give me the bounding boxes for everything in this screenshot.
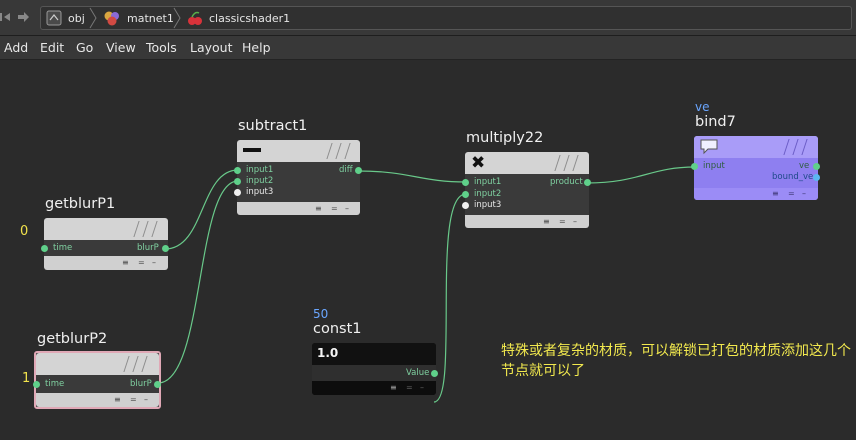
- node-const1[interactable]: 1.0 ≡ = – Value: [312, 343, 438, 395]
- path-crumb-label: obj: [68, 11, 85, 25]
- node-name-const1[interactable]: const1: [313, 321, 362, 337]
- port-label: blurP: [130, 379, 152, 389]
- node-header: [44, 218, 168, 240]
- network-editor[interactable]: getblurP1 0 ≡ = – time blurP getblurP2 1 ≡…: [0, 61, 856, 440]
- port-label: input: [703, 161, 725, 171]
- node-name-bind7[interactable]: bind7: [695, 114, 736, 130]
- chevron-right-icon: [173, 7, 181, 29]
- port-label: input3: [246, 187, 274, 197]
- input-port[interactable]: [234, 189, 241, 196]
- node-name-subtract1[interactable]: subtract1: [238, 118, 307, 134]
- node-pre-const1: 50: [313, 307, 329, 321]
- obj-icon: [46, 10, 62, 26]
- menu-view[interactable]: View: [106, 40, 136, 55]
- menu-help[interactable]: Help: [242, 40, 271, 55]
- port-label: input1: [246, 165, 274, 175]
- port-label: Value: [406, 368, 430, 378]
- path-bar: obj matnet1 classicshader1: [0, 0, 856, 36]
- node-value-getblurP2: 1: [22, 371, 31, 386]
- input-port[interactable]: [41, 245, 48, 252]
- back-arrow-icon[interactable]: [0, 10, 14, 24]
- node-name-multiply22[interactable]: multiply22: [466, 130, 543, 146]
- port-label: time: [53, 243, 73, 253]
- port-label: time: [45, 379, 65, 389]
- port-label: input2: [474, 189, 502, 199]
- path-crumb-label: classicshader1: [209, 11, 291, 25]
- input-port[interactable]: [462, 179, 469, 186]
- forward-arrow-icon[interactable]: [16, 10, 30, 24]
- output-port[interactable]: [355, 167, 362, 174]
- input-port[interactable]: [234, 178, 241, 185]
- node-header: [237, 140, 360, 162]
- node-header: [36, 353, 159, 375]
- input-port[interactable]: [234, 167, 241, 174]
- path-crumb-label: matnet1: [127, 11, 174, 25]
- subtract-icon: [243, 148, 261, 152]
- input-port[interactable]: [462, 202, 469, 209]
- node-name-getblurP2[interactable]: getblurP2: [37, 331, 107, 347]
- output-port[interactable]: [813, 174, 820, 181]
- input-port[interactable]: [33, 381, 40, 388]
- shader-icon: [188, 11, 202, 25]
- port-label: product: [550, 177, 583, 187]
- wire-multiply22-bind7: [586, 166, 696, 184]
- port-label: blurP: [137, 243, 159, 253]
- node-name-getblurP1[interactable]: getblurP1: [45, 196, 115, 212]
- node-footer: ≡ = –: [36, 393, 159, 407]
- wire-const1-multiply22: [433, 193, 467, 403]
- input-port[interactable]: [462, 191, 469, 198]
- output-port[interactable]: [154, 381, 161, 388]
- port-label: diff: [339, 165, 353, 175]
- node-header: [694, 136, 818, 158]
- chevron-right-icon: [89, 7, 97, 29]
- node-pre-bind7: ve: [695, 100, 710, 114]
- wire-getblurP2-subtract1: [157, 180, 239, 384]
- menu-layout[interactable]: Layout: [190, 40, 233, 55]
- output-port[interactable]: [431, 370, 438, 377]
- wire-subtract1-multiply22: [357, 170, 467, 183]
- node-footer: ≡ = –: [312, 381, 436, 395]
- input-port[interactable]: [691, 163, 698, 170]
- menu-bar: Add Edit Go View Tools Layout Help: [0, 36, 856, 60]
- menu-go[interactable]: Go: [76, 40, 93, 55]
- node-footer: ≡ = –: [237, 202, 360, 215]
- port-label: input3: [474, 200, 502, 210]
- node-header: 1.0: [312, 343, 436, 365]
- node-getblurP1[interactable]: ≡ = – time blurP: [41, 218, 169, 270]
- matnet-icon: [104, 11, 119, 26]
- output-port[interactable]: [584, 179, 591, 186]
- port-label: input2: [246, 176, 274, 186]
- multiply-icon: ✖: [471, 153, 486, 173]
- node-footer: ≡ = –: [465, 215, 589, 228]
- speech-bubble-icon: [700, 139, 718, 155]
- output-port[interactable]: [813, 163, 820, 170]
- path-crumb-obj[interactable]: obj: [46, 7, 85, 29]
- const-display: 1.0: [317, 346, 339, 360]
- node-value-getblurP1: 0: [20, 224, 29, 239]
- node-footer: ≡ = –: [694, 188, 818, 200]
- node-multiply22[interactable]: ✖ ≡ = – input1 input2 input3 product: [462, 152, 591, 228]
- node-footer: ≡ = –: [44, 256, 168, 270]
- menu-add[interactable]: Add: [4, 40, 28, 55]
- output-port[interactable]: [162, 245, 169, 252]
- node-bind7[interactable]: ≡ = – input ve bound_ve: [691, 136, 820, 200]
- sticky-note-annotation: 特殊或者复杂的材质，可以解锁已打包的材质添加这几个节点就可以了: [501, 343, 851, 379]
- menu-tools[interactable]: Tools: [146, 40, 177, 55]
- node-subtract1[interactable]: ≡ = – input1 input2 input3 diff: [234, 140, 362, 215]
- path-crumb-classicshader1[interactable]: classicshader1: [187, 7, 290, 29]
- port-label: input1: [474, 177, 502, 187]
- node-getblurP2[interactable]: ≡ = – time blurP: [33, 351, 161, 409]
- port-label: bound_ve: [772, 172, 814, 182]
- menu-edit[interactable]: Edit: [40, 40, 64, 55]
- path-crumb-matnet1[interactable]: matnet1: [103, 7, 174, 29]
- wire-getblurP1-subtract1: [164, 169, 239, 250]
- node-header: ✖: [465, 152, 589, 174]
- port-label: ve: [799, 161, 810, 171]
